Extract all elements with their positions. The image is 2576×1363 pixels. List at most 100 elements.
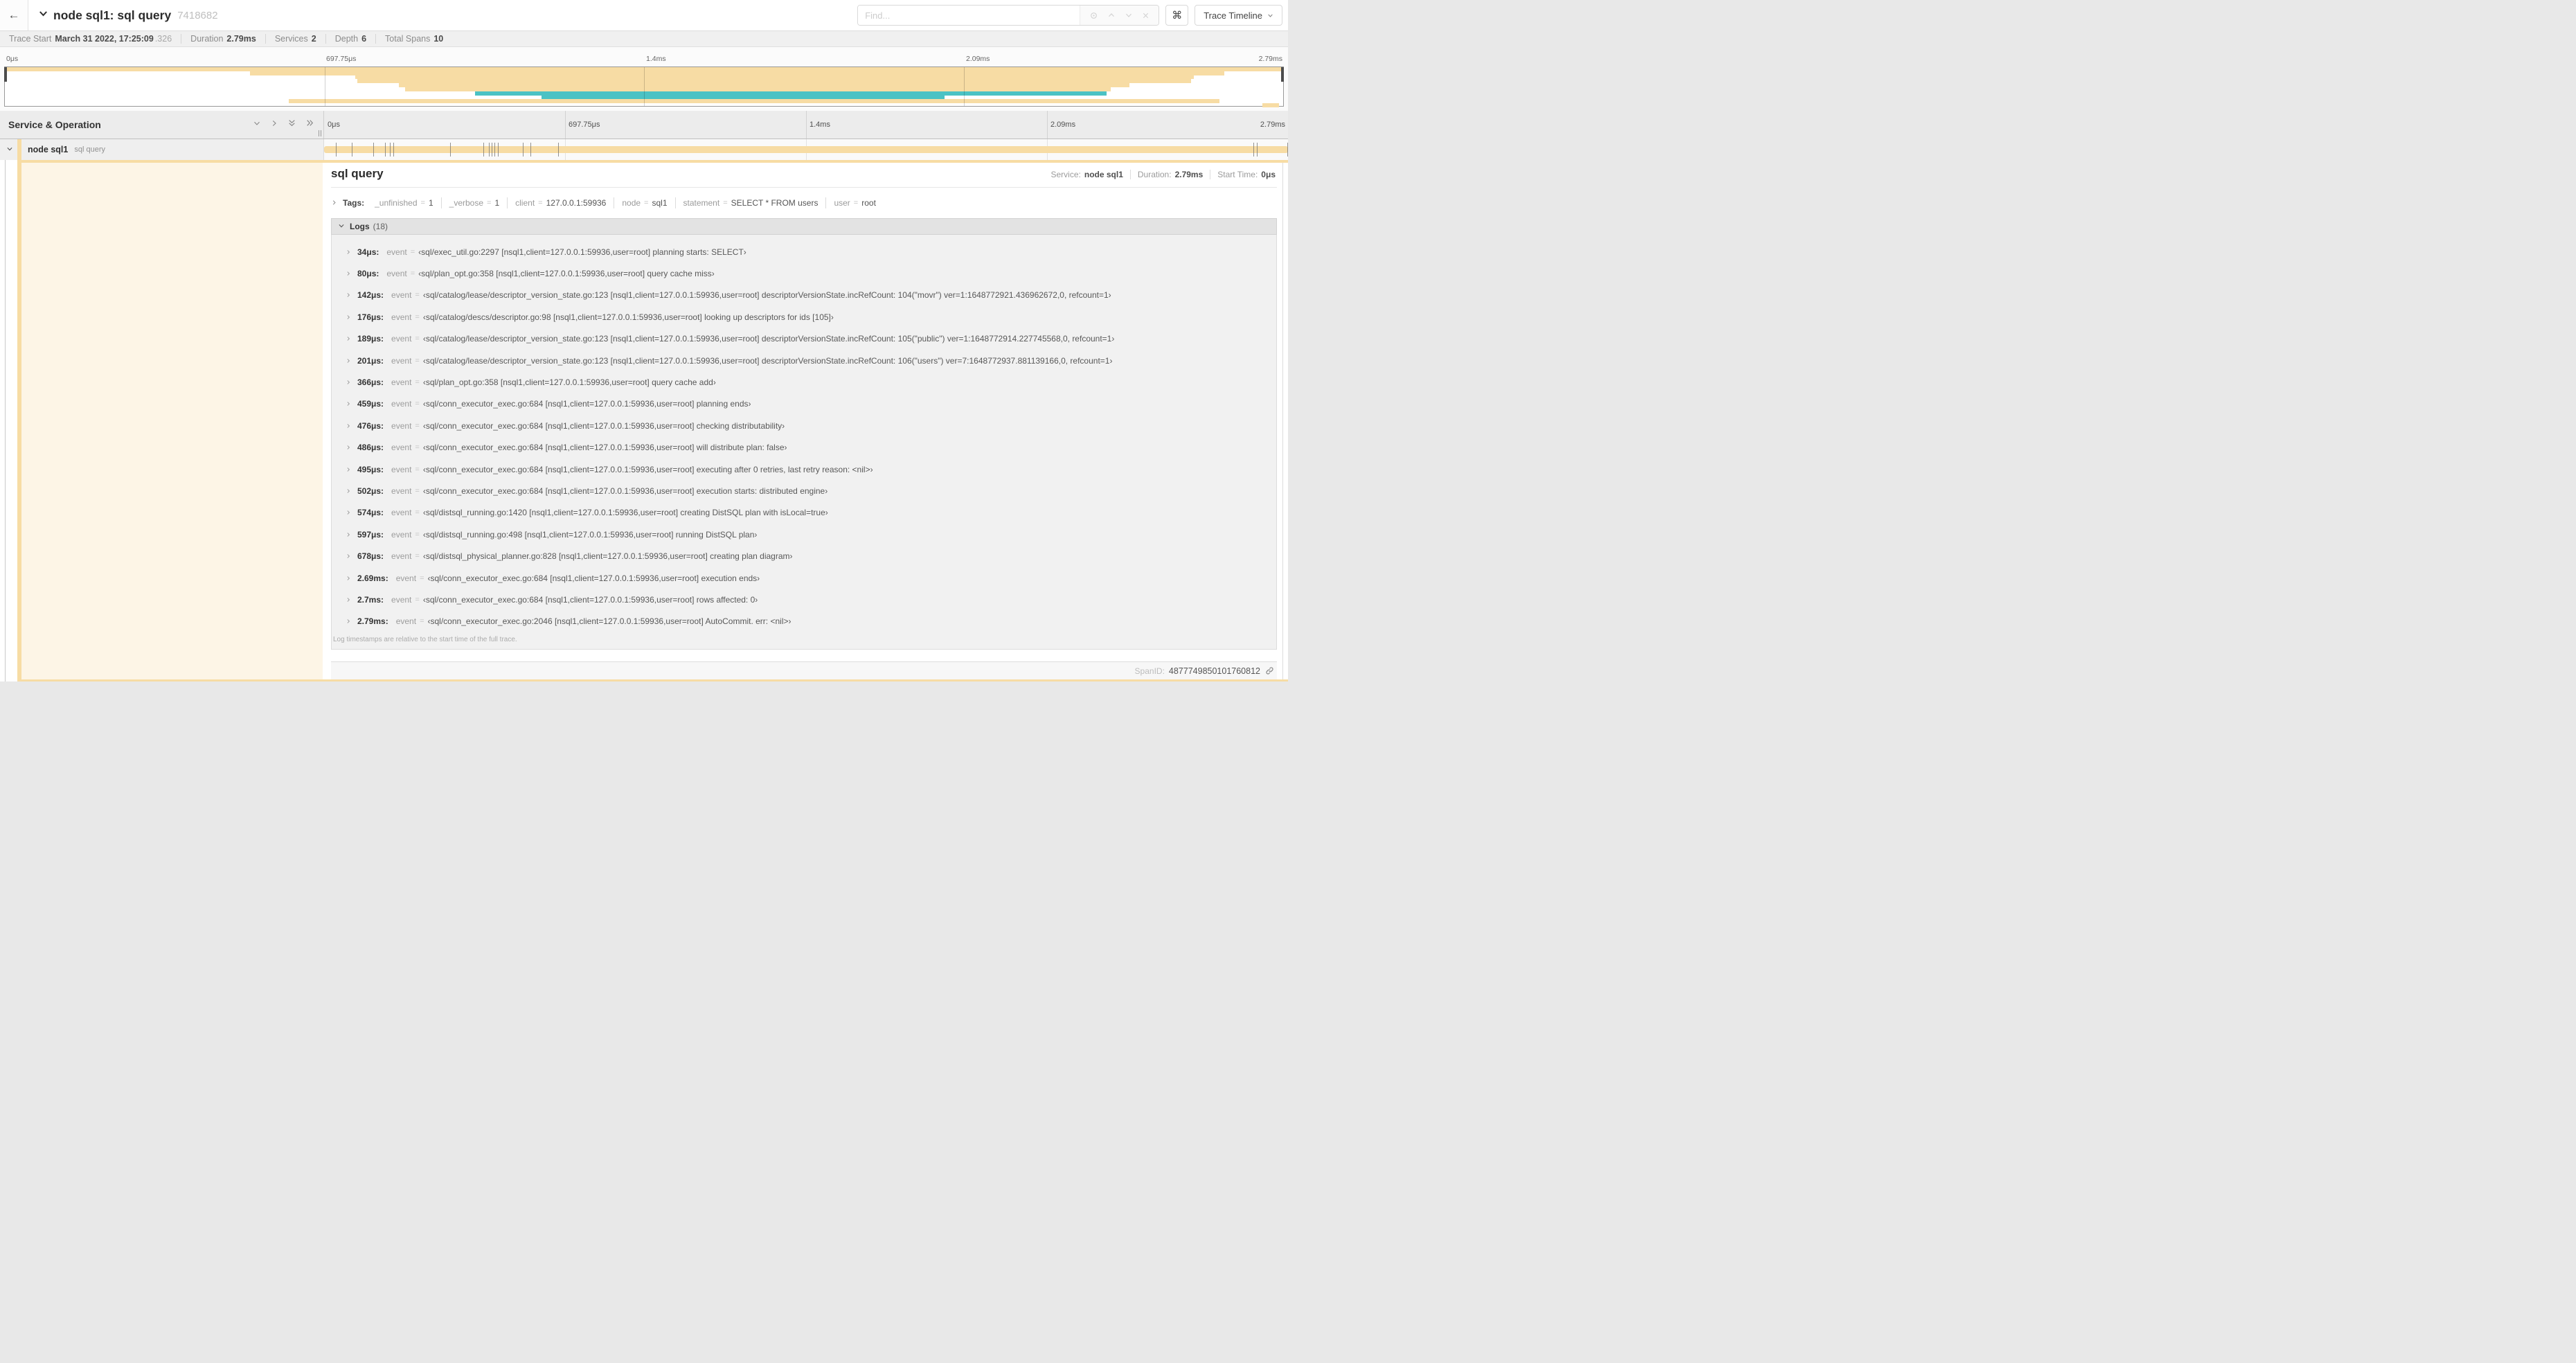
minimap-axis-labels: 0μs 697.75μs 1.4ms 2.09ms 2.79ms — [4, 55, 1284, 64]
log-row[interactable]: 2.7ms: event = ‹sql/conn_executor_exec.go:6… — [346, 589, 1272, 610]
log-row[interactable]: 2.69ms: event = ‹sql/conn_executor_exec.go:… — [346, 567, 1272, 589]
prev-match-chevron-up-icon[interactable] — [1107, 11, 1116, 19]
trace-view-selector[interactable]: Trace Timeline — [1195, 5, 1282, 26]
log-field-value: ‹sql/distsql_physical_planner.go:828 [ns… — [422, 551, 793, 562]
equals-sign: = — [723, 199, 728, 207]
trace-view-selector-label: Trace Timeline — [1204, 10, 1262, 21]
log-row[interactable]: 176μs: event = ‹sql/catalog/descs/descripto… — [346, 306, 1272, 328]
logs-title: Logs — [350, 222, 370, 231]
timeline-header-row: Service & Operation 0μs 697.75μs 1.4ms 2.09… — [0, 111, 1288, 139]
ruler-tick-label: 2.09ms — [1050, 121, 1076, 129]
back-arrow-icon: ← — [8, 8, 20, 21]
span-track[interactable] — [324, 139, 1288, 160]
logs-block: Logs (18) 34μs: event = ‹sql/exec_util.go:2… — [331, 218, 1277, 650]
detail-left-column — [0, 160, 324, 682]
log-row[interactable]: 502μs: event = ‹sql/conn_executor_exec.go:6… — [346, 480, 1272, 501]
log-row[interactable]: 366μs: event = ‹sql/plan_opt.go:358 [nsql1,… — [346, 371, 1272, 393]
expand-all-double-chevron-right-icon[interactable] — [305, 118, 314, 131]
log-field-key: event — [391, 485, 412, 496]
find-input[interactable] — [858, 6, 1080, 25]
log-row[interactable]: 678μs: event = ‹sql/distsql_physical_planne… — [346, 545, 1272, 567]
span-duration-bar[interactable] — [324, 146, 1288, 153]
minimap-left-scrubber-handle[interactable] — [4, 67, 7, 82]
logs-accordion-header[interactable]: Logs (18) — [331, 218, 1277, 235]
ruler-tick-label: 2.79ms — [1260, 121, 1285, 129]
equals-sign: = — [538, 199, 543, 207]
chevron-right-icon — [346, 441, 351, 454]
log-row[interactable]: 189μs: event = ‹sql/catalog/lease/descripto… — [346, 328, 1272, 350]
chevron-right-icon — [346, 420, 351, 432]
log-row[interactable]: 2.79ms: event = ‹sql/conn_executor_exec.go:… — [346, 611, 1272, 632]
keyboard-shortcuts-button[interactable]: ⌘ — [1165, 5, 1189, 26]
log-row[interactable]: 495μs: event = ‹sql/conn_executor_exec.go:6… — [346, 458, 1272, 480]
minimap-gridline — [963, 67, 965, 106]
chevron-right-icon — [346, 615, 351, 627]
log-field-value: ‹sql/plan_opt.go:358 [nsql1,client=127.0… — [418, 269, 715, 279]
column-resizer-grip[interactable] — [319, 130, 321, 136]
minimap-right-scrubber-handle[interactable] — [1281, 67, 1284, 82]
log-event-tick — [393, 143, 395, 157]
log-row[interactable]: 476μs: event = ‹sql/conn_executor_exec.go:6… — [346, 415, 1272, 436]
expand-one-chevron-right-icon[interactable] — [270, 118, 278, 131]
trace-minimap: 0μs 697.75μs 1.4ms 2.09ms 2.79ms — [0, 47, 1288, 111]
minimap-axis-label: 697.75μs — [326, 55, 357, 63]
log-field-key: event — [391, 594, 412, 605]
log-field-key: event — [391, 377, 412, 388]
log-timestamp: 486μs: — [357, 443, 384, 453]
equals-sign: = — [410, 269, 415, 278]
equals-sign: = — [415, 356, 420, 365]
log-timestamp: 678μs: — [357, 551, 384, 562]
log-row[interactable]: 34μs: event = ‹sql/exec_util.go:2297 [nsql1… — [346, 241, 1272, 262]
log-row[interactable]: 80μs: event = ‹sql/plan_opt.go:358 [nsql1,c… — [346, 262, 1272, 284]
chevron-right-icon — [346, 289, 351, 301]
log-field-key: event — [395, 573, 417, 583]
log-row[interactable]: 459μs: event = ‹sql/conn_executor_exec.go:6… — [346, 393, 1272, 415]
chevron-right-icon — [346, 594, 351, 606]
equals-sign: = — [415, 443, 420, 452]
log-event-tick — [497, 143, 499, 157]
equals-sign: = — [853, 199, 859, 207]
equals-sign: = — [415, 291, 420, 300]
tag-key: node — [622, 198, 641, 208]
trace-services: Services 2 — [265, 34, 325, 44]
span-name-cell[interactable]: node sql1 sql query — [0, 139, 324, 160]
collapse-trace-chevron-down-icon[interactable] — [38, 8, 48, 22]
minimap-canvas[interactable] — [4, 66, 1284, 108]
log-row[interactable]: 574μs: event = ‹sql/distsql_running.go:1420… — [346, 502, 1272, 524]
log-field-key: event — [391, 334, 412, 344]
equals-sign: = — [415, 312, 420, 321]
trace-duration: Duration 2.79ms — [181, 34, 265, 44]
log-event-tick — [530, 143, 531, 157]
collapse-all-double-chevron-down-icon[interactable] — [287, 118, 296, 131]
log-row[interactable]: 142μs: event = ‹sql/catalog/lease/descripto… — [346, 285, 1272, 306]
trace-start-label: Trace Start — [9, 34, 52, 44]
tag-value: sql1 — [652, 198, 668, 208]
log-row[interactable]: 201μs: event = ‹sql/catalog/lease/descripto… — [346, 350, 1272, 371]
spanid-footer: SpanID: 4877749850101760812 — [331, 661, 1277, 679]
match-scroll-icon[interactable] — [1089, 11, 1098, 20]
command-icon: ⌘ — [1172, 10, 1183, 21]
log-field-key: event — [386, 247, 407, 257]
collapse-one-chevron-down-icon[interactable] — [253, 118, 261, 131]
log-row[interactable]: 597μs: event = ‹sql/distsql_running.go:498 … — [346, 524, 1272, 545]
app-header: ← node sql1: sql query 7418682 Find... ⌘… — [0, 0, 1288, 31]
tag-value: 127.0.0.1:59936 — [546, 198, 607, 208]
tags-chevron-right-icon — [331, 197, 337, 209]
equals-sign: = — [644, 199, 649, 207]
span-collapse-chevron-down-icon[interactable] — [6, 143, 13, 156]
detail-start-value: 0μs — [1261, 170, 1276, 179]
tags-accordion[interactable]: Tags: _unfinished = 1 _verbose = 1 client = 127.… — [331, 194, 1277, 212]
detail-bottom-accent — [17, 679, 1288, 682]
ruler-tick-label: 0μs — [328, 121, 340, 129]
back-button[interactable]: ← — [0, 0, 28, 30]
clear-find-x-icon[interactable] — [1142, 12, 1150, 19]
log-event-tick — [373, 143, 374, 157]
log-row[interactable]: 486μs: event = ‹sql/conn_executor_exec.go:6… — [346, 437, 1272, 458]
header-toolbar: ⌘ Trace Timeline — [857, 5, 1282, 26]
deep-link-icon[interactable] — [1265, 666, 1274, 675]
trace-summary-bar: Trace Start March 31 2022, 17:25:09 .326… — [0, 31, 1288, 47]
next-match-chevron-down-icon[interactable] — [1125, 11, 1133, 19]
trace-total-spans: Total Spans 10 — [375, 34, 452, 44]
log-field-value: ‹sql/distsql_running.go:1420 [nsql1,clie… — [422, 508, 828, 518]
detail-service-value: node sql1 — [1084, 170, 1123, 179]
